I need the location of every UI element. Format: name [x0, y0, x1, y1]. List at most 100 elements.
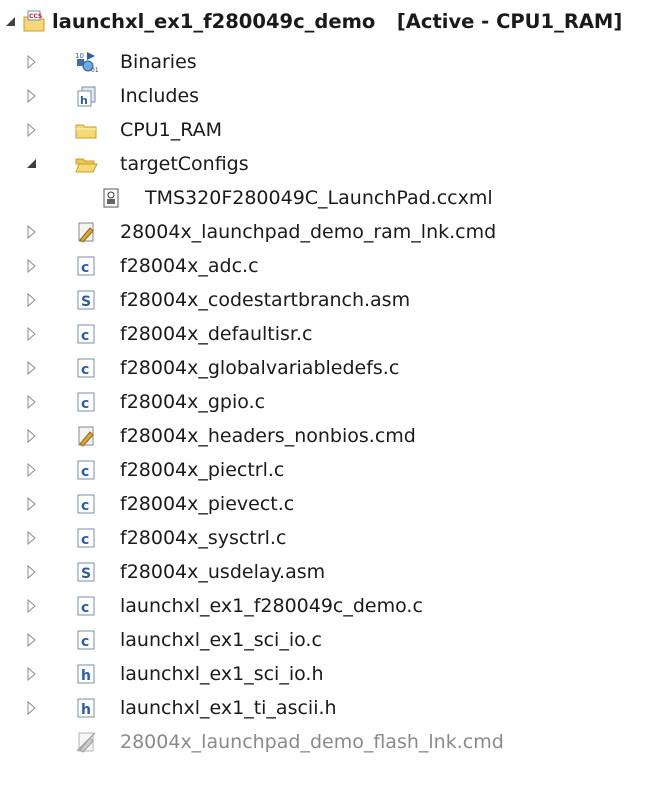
- project-root-row[interactable]: CCS launchxl_ex1_f280049c_demo [Active -…: [0, 5, 662, 39]
- tree-item[interactable]: f28004x_headers_nonbios.cmd: [0, 419, 662, 453]
- tree-item-label: Includes: [120, 85, 200, 107]
- chevron-right-icon[interactable]: [25, 496, 39, 512]
- cmd-file-icon: [78, 426, 94, 447]
- chevron-right-icon[interactable]: [25, 292, 39, 308]
- tree-item-label: f28004x_sysctrl.c: [120, 527, 287, 549]
- tree-item-label: f28004x_headers_nonbios.cmd: [120, 425, 416, 447]
- tree-item[interactable]: h launchxl_ex1_ti_ascii.h: [0, 691, 662, 725]
- h-file-icon: h: [77, 664, 95, 684]
- svg-text:S: S: [81, 294, 91, 310]
- c-file-icon: c: [77, 630, 95, 650]
- tree-item[interactable]: Sf28004x_codestartbranch.asm: [0, 283, 662, 317]
- tree-item-label: f28004x_defaultisr.c: [120, 323, 313, 345]
- tree-item[interactable]: 10 01 Binaries: [0, 45, 662, 79]
- tree-item[interactable]: TMS320F280049C_LaunchPad.ccxml: [0, 181, 662, 215]
- chevron-down-icon[interactable]: [4, 14, 18, 30]
- tree-item-label: f28004x_pievect.c: [120, 493, 295, 515]
- folder-icon: [75, 124, 97, 139]
- tree-item-label: launchxl_ex1_sci_io.h: [120, 663, 324, 685]
- tree-item[interactable]: c f28004x_gpio.c: [0, 385, 662, 419]
- tree-item[interactable]: c f28004x_piectrl.c: [0, 453, 662, 487]
- tree-item-label: TMS320F280049C_LaunchPad.ccxml: [145, 187, 493, 209]
- tree-item-label: f28004x_adc.c: [120, 255, 259, 277]
- c-file-icon: c: [77, 596, 95, 616]
- chevron-right-icon[interactable]: [25, 326, 39, 342]
- tree-item-label: f28004x_codestartbranch.asm: [120, 289, 411, 311]
- cmd-file-excluded-icon: [76, 732, 96, 753]
- svg-text:CCS: CCS: [29, 13, 42, 20]
- tree-item-label: launchxl_ex1_sci_io.c: [120, 629, 322, 651]
- c-file-icon: c: [77, 392, 95, 412]
- tree-item-label: f28004x_piectrl.c: [120, 459, 285, 481]
- tree-item[interactable]: c f28004x_sysctrl.c: [0, 521, 662, 555]
- tree-item-label: 28004x_launchpad_demo_flash_lnk.cmd: [120, 731, 504, 753]
- svg-text:c: c: [81, 396, 89, 412]
- tree-item-label: Binaries: [120, 51, 197, 73]
- chevron-right-icon[interactable]: [25, 360, 39, 376]
- tree-item[interactable]: c f28004x_defaultisr.c: [0, 317, 662, 351]
- tree-item[interactable]: c f28004x_pievect.c: [0, 487, 662, 521]
- c-file-icon: c: [77, 358, 95, 378]
- chevron-right-icon[interactable]: [25, 224, 39, 240]
- active-config-label: [Active - CPU1_RAM]: [396, 10, 623, 33]
- tree-item-label: launchxl_ex1_ti_ascii.h: [120, 697, 337, 719]
- svg-text:10: 10: [75, 52, 84, 60]
- tree-item[interactable]: 28004x_launchpad_demo_flash_lnk.cmd: [0, 725, 662, 759]
- tree-item[interactable]: Sf28004x_usdelay.asm: [0, 555, 662, 589]
- tree-item[interactable]: c f28004x_globalvariabledefs.c: [0, 351, 662, 385]
- svg-text:c: c: [81, 464, 89, 480]
- svg-text:h: h: [81, 702, 91, 718]
- tree-item[interactable]: 28004x_launchpad_demo_ram_lnk.cmd: [0, 215, 662, 249]
- chevron-right-icon[interactable]: [25, 122, 39, 138]
- chevron-right-icon[interactable]: [25, 632, 39, 648]
- tree-item-label: f28004x_globalvariabledefs.c: [120, 357, 400, 379]
- chevron-right-icon[interactable]: [25, 666, 39, 682]
- svg-text:c: c: [81, 362, 89, 378]
- tree-item-label: CPU1_RAM: [120, 119, 223, 141]
- chevron-right-icon[interactable]: [25, 88, 39, 104]
- chevron-right-icon[interactable]: [25, 258, 39, 274]
- project-name: launchxl_ex1_f280049c_demo: [52, 10, 376, 33]
- tree-item[interactable]: CPU1_RAM: [0, 113, 662, 147]
- cmd-file-icon: [78, 222, 94, 243]
- chevron-right-icon[interactable]: [25, 530, 39, 546]
- svg-text:c: c: [81, 328, 89, 344]
- c-file-icon: c: [77, 460, 95, 480]
- c-file-icon: c: [77, 528, 95, 548]
- svg-text:c: c: [81, 260, 89, 276]
- tree-item[interactable]: targetConfigs: [0, 147, 662, 181]
- c-file-icon: c: [77, 256, 95, 276]
- chevron-right-icon[interactable]: [25, 394, 39, 410]
- chevron-right-icon[interactable]: [25, 598, 39, 614]
- chevron-right-icon[interactable]: [25, 428, 39, 444]
- asm-file-icon: S: [77, 562, 95, 582]
- tree-item[interactable]: h launchxl_ex1_sci_io.h: [0, 657, 662, 691]
- svg-text:c: c: [81, 532, 89, 548]
- chevron-right-icon[interactable]: [25, 564, 39, 580]
- svg-text:h: h: [80, 94, 88, 107]
- binaries-icon: 10 01: [75, 52, 98, 74]
- c-file-icon: c: [77, 494, 95, 514]
- asm-file-icon: S: [77, 290, 95, 310]
- ccxml-file-icon: [103, 188, 119, 208]
- tree-item[interactable]: c launchxl_ex1_f280049c_demo.c: [0, 589, 662, 623]
- tree-item[interactable]: h Includes: [0, 79, 662, 113]
- svg-text:c: c: [81, 634, 89, 650]
- svg-text:S: S: [81, 566, 91, 582]
- chevron-down-icon[interactable]: [25, 156, 39, 172]
- project-explorer-tree: CCS launchxl_ex1_f280049c_demo [Active -…: [0, 0, 662, 798]
- tree-item[interactable]: c launchxl_ex1_sci_io.c: [0, 623, 662, 657]
- c-file-icon: c: [77, 324, 95, 344]
- tree-item-label: f28004x_usdelay.asm: [120, 561, 326, 583]
- svg-text:01: 01: [91, 67, 98, 74]
- tree-item-label: f28004x_gpio.c: [120, 391, 266, 413]
- chevron-right-icon[interactable]: [25, 54, 39, 70]
- includes-icon: h: [77, 86, 96, 107]
- chevron-right-icon[interactable]: [25, 700, 39, 716]
- tree-item[interactable]: c f28004x_adc.c: [0, 249, 662, 283]
- tree-item-label: 28004x_launchpad_demo_ram_lnk.cmd: [120, 221, 497, 243]
- h-file-icon: h: [77, 698, 95, 718]
- chevron-right-icon[interactable]: [25, 462, 39, 478]
- svg-text:c: c: [81, 498, 89, 514]
- ccs-project-icon: CCS: [23, 10, 45, 32]
